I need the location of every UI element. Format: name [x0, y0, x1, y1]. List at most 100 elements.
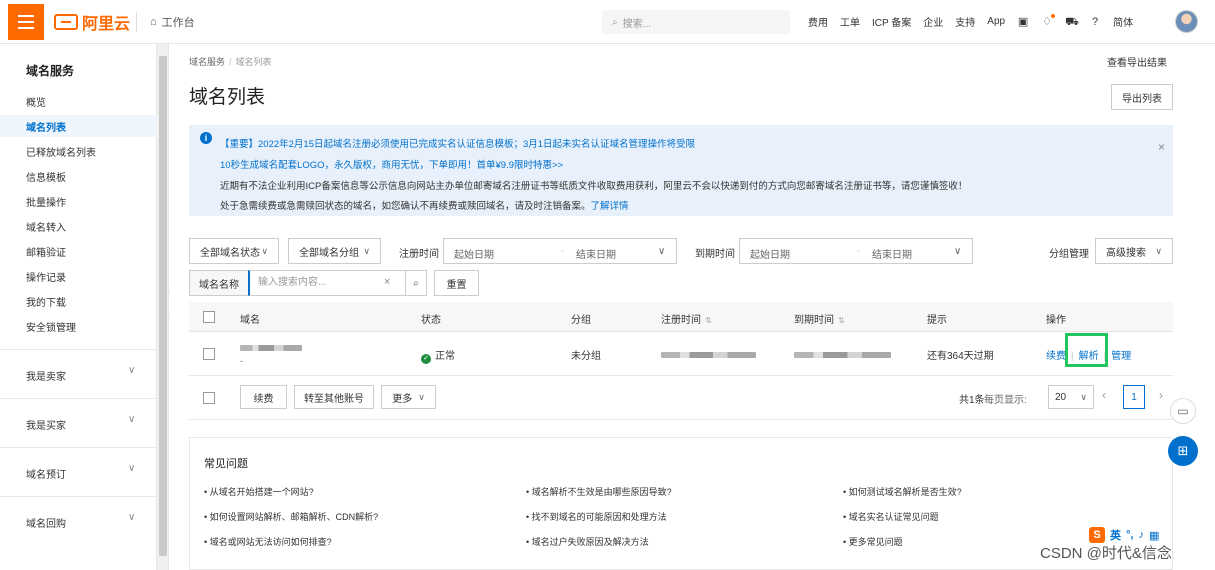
status-text: 正常: [435, 351, 455, 362]
redacted-reg-time: [661, 352, 756, 358]
bell-icon[interactable]: ♢: [1041, 13, 1056, 28]
column-header-sortable[interactable]: 注册时间 ⇅: [661, 311, 712, 326]
column-label: 到期时间: [794, 315, 834, 326]
notice-text: 处于急需续费或急需赎回状态的域名，如您确认不再续费或赎回域名，请及时注销备案。: [220, 201, 591, 212]
sidebar-group-buyback[interactable]: 域名回购 ∨: [0, 496, 157, 545]
column-label: 注册时间: [661, 315, 701, 326]
menu-icon[interactable]: [8, 4, 44, 40]
help-icon[interactable]: ?: [1089, 16, 1101, 28]
sidebar-item-batch[interactable]: 批量操作: [26, 194, 66, 209]
faq-link[interactable]: • 更多常见问题: [843, 535, 903, 548]
status-select[interactable]: 全部域名状态 ∨: [189, 238, 279, 264]
group-manage-link[interactable]: 分组管理: [1049, 245, 1089, 260]
notice-line[interactable]: 【重要】2022年2月15日起域名注册必须使用已完成实名认证信息模板；3月1日起…: [220, 136, 695, 150]
sidebar-item-templates[interactable]: 信息模板: [26, 169, 66, 184]
sidebar-group-label: 域名回购: [26, 519, 66, 530]
nav-support[interactable]: 支持: [955, 14, 975, 29]
faq-link[interactable]: • 域名解析不生效是由哪些原因导致?: [526, 485, 672, 498]
sidebar-item-oplog[interactable]: 操作记录: [26, 269, 66, 284]
exp-time-label: 到期时间: [695, 249, 735, 260]
search-button[interactable]: ⌕: [405, 270, 427, 296]
sidebar-item-domain-list[interactable]: 域名列表: [26, 119, 66, 134]
export-list-button[interactable]: 导出列表: [1111, 84, 1173, 110]
page-size-select[interactable]: 20 ∨: [1048, 385, 1094, 409]
exp-time-cell: [794, 350, 891, 361]
search-field-select[interactable]: 域名名称: [189, 270, 249, 296]
cart-icon[interactable]: ⛟: [1065, 16, 1079, 28]
chevron-down-icon: ∨: [1155, 245, 1162, 256]
search-row: 域名名称 输入搜索内容... × ⌕ 重置: [189, 270, 489, 296]
learn-more-link[interactable]: 了解详情: [591, 201, 629, 212]
reg-date-range[interactable]: 起始日期 - 结束日期 ∨: [443, 238, 677, 264]
workbench-label: 工作台: [161, 17, 195, 29]
global-search[interactable]: ⌕ 搜索...: [602, 10, 790, 34]
advanced-search-button[interactable]: 高级搜索 ∨: [1095, 238, 1173, 264]
page-title: 域名列表: [189, 87, 266, 108]
pagination-total: 共1条: [959, 395, 985, 406]
nav-app[interactable]: App: [987, 16, 1005, 27]
column-header-sortable[interactable]: 到期时间 ⇅: [794, 311, 845, 326]
sidebar-item-overview[interactable]: 概览: [26, 94, 46, 109]
clear-icon[interactable]: ×: [384, 276, 390, 288]
nav-fees[interactable]: 费用: [808, 14, 828, 29]
batch-renew-button[interactable]: 续费: [240, 385, 287, 409]
nav-enterprise[interactable]: 企业: [923, 14, 943, 29]
status-cell: ✓ 正常: [421, 347, 455, 364]
search-placeholder: 搜索...: [622, 18, 651, 30]
breadcrumb-root[interactable]: 域名服务: [189, 57, 225, 67]
faq-link[interactable]: • 域名过户失败原因及解决方法: [526, 535, 649, 548]
domain-search-input[interactable]: 输入搜索内容...: [248, 270, 406, 296]
sidebar-group-seller[interactable]: 我是卖家 ∨: [0, 349, 157, 398]
sidebar-item-transfer-in[interactable]: 域名转入: [26, 219, 66, 234]
reset-button[interactable]: 重置: [434, 270, 479, 296]
top-bar: 阿里云 ⌂ 工作台 ⌕ 搜索... 费用 工单 ICP 备案 企业 支持 App…: [0, 0, 1215, 44]
workbench-link[interactable]: ⌂ 工作台: [150, 14, 195, 30]
avatar[interactable]: [1175, 10, 1198, 33]
faq-link[interactable]: • 如何测试域名解析是否生效?: [843, 485, 962, 498]
sidebar-item-email-verify[interactable]: 邮箱验证: [26, 244, 66, 259]
sidebar-scroll-thumb[interactable]: [159, 56, 167, 556]
sidebar-group-buyer[interactable]: 我是买家 ∨: [0, 398, 157, 447]
aliyun-logo[interactable]: 阿里云: [54, 11, 130, 33]
faq-link[interactable]: • 如何设置网站解析、邮箱解析、CDN解析?: [204, 510, 378, 523]
next-page-icon[interactable]: ›: [1159, 388, 1163, 402]
exp-date-range[interactable]: 起始日期 - 结束日期 ∨: [739, 238, 973, 264]
select-all-footer-checkbox[interactable]: [203, 392, 215, 404]
current-page-button[interactable]: 1: [1123, 385, 1145, 409]
reg-end-date[interactable]: 结束日期: [576, 246, 616, 261]
ime-toolbar[interactable]: S 英 °, ♪ ▦: [1089, 527, 1159, 543]
close-icon[interactable]: ×: [1158, 140, 1165, 154]
reg-time-cell: [661, 350, 756, 361]
faq-link[interactable]: • 域名或网站无法访问如何排查?: [204, 535, 332, 548]
reg-start-date[interactable]: 起始日期: [454, 246, 494, 261]
chevron-down-icon: ∨: [128, 512, 136, 523]
manage-link[interactable]: 管理: [1111, 351, 1131, 362]
nav-tickets[interactable]: 工单: [840, 14, 860, 29]
domain-cell[interactable]: -: [240, 343, 302, 366]
transfer-account-button[interactable]: 转至其他账号: [294, 385, 374, 409]
exp-end-date[interactable]: 结束日期: [872, 246, 912, 261]
apps-icon[interactable]: ⊞: [1168, 436, 1198, 466]
renew-link[interactable]: 续费: [1046, 351, 1066, 362]
chat-icon[interactable]: ▭: [1170, 398, 1196, 424]
chevron-down-icon: ∨: [261, 245, 268, 256]
prev-page-icon[interactable]: ‹: [1102, 388, 1106, 402]
notice-promo-link[interactable]: 10秒生成域名配套LOGO，永久版权，商用无忧，下单即用！首单¥9.9限时特惠>…: [220, 157, 563, 171]
faq-link[interactable]: • 域名实名认证常见问题: [843, 510, 939, 523]
group-select-value: 全部域名分组: [299, 247, 359, 259]
sidebar-item-released[interactable]: 已释放域名列表: [26, 144, 96, 159]
sidebar-group-reserve[interactable]: 域名预订 ∨: [0, 447, 157, 496]
faq-link[interactable]: • 找不到域名的可能原因和处理方法: [526, 510, 667, 523]
sidebar-item-security-lock[interactable]: 安全锁管理: [26, 319, 76, 334]
terminal-icon[interactable]: ▣: [1017, 16, 1029, 28]
language-switch[interactable]: 简体: [1113, 14, 1133, 29]
group-select[interactable]: 全部域名分组 ∨: [288, 238, 381, 264]
sidebar-item-downloads[interactable]: 我的下载: [26, 294, 66, 309]
more-actions-button[interactable]: 更多 ∨: [381, 385, 436, 409]
select-all-checkbox[interactable]: [203, 311, 215, 323]
faq-link[interactable]: • 从域名开始搭建一个网站?: [204, 485, 314, 498]
nav-icp[interactable]: ICP 备案: [872, 14, 911, 29]
exp-start-date[interactable]: 起始日期: [750, 246, 790, 261]
row-checkbox[interactable]: [203, 348, 215, 360]
view-export-results-link[interactable]: 查看导出结果: [1107, 54, 1167, 69]
